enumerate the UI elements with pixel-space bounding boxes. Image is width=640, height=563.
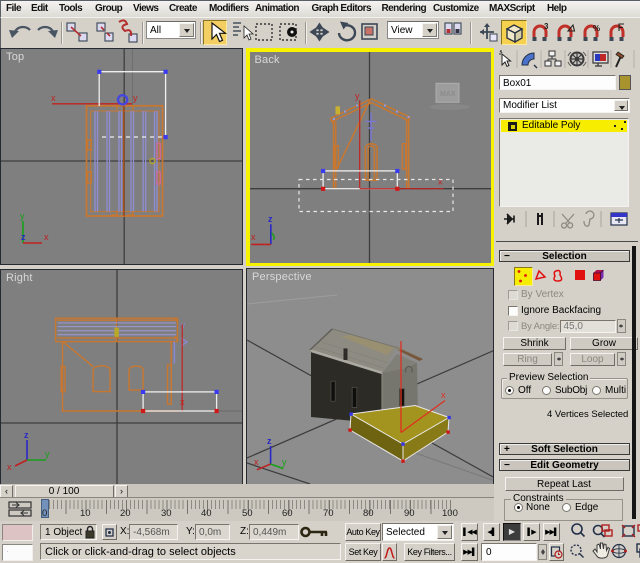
svg-text:y: y [355,91,360,101]
svg-text:x: x [251,232,256,242]
svg-text:x: x [7,462,12,472]
svg-text:3: 3 [544,22,549,31]
svg-text:x: x [438,176,443,186]
svg-text:z: z [21,232,26,242]
svg-text:y: y [282,457,287,467]
svg-text:y: y [133,93,138,103]
svg-text:x: x [180,397,185,407]
svg-text:%: % [593,24,600,33]
svg-text:y: y [45,449,50,459]
svg-text:x: x [254,457,259,467]
svg-text:y: y [20,211,25,221]
svg-text:z: z [268,214,273,224]
svg-text:z: z [24,430,29,440]
svg-text:x: x [441,390,446,400]
svg-text:z: z [267,436,272,446]
svg-text:y: y [181,320,186,330]
svg-text:x: x [44,232,49,242]
svg-text:x: x [51,93,56,103]
svg-text:MAX: MAX [440,91,456,98]
